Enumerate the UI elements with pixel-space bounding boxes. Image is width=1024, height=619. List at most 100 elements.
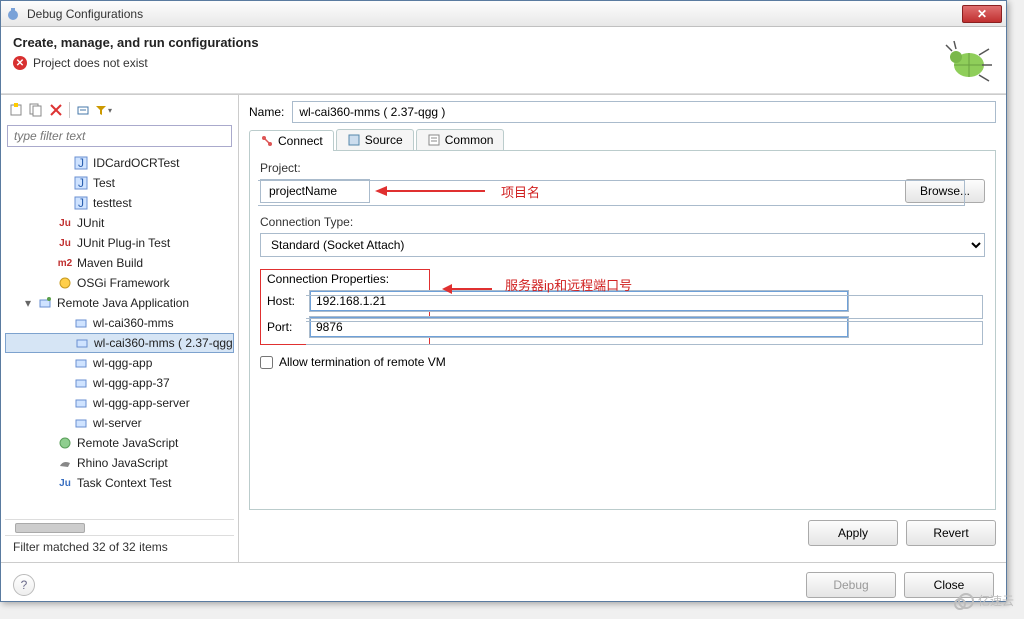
tree-icon: J xyxy=(73,195,89,211)
common-icon xyxy=(427,133,441,147)
tree-item[interactable]: wl-qgg-app xyxy=(5,353,234,373)
tab-common-label: Common xyxy=(445,133,494,147)
close-window-button[interactable]: ✕ xyxy=(962,5,1002,23)
tree-item[interactable]: wl-cai360-mms xyxy=(5,313,234,333)
dialog-window: Debug Configurations ✕ Create, manage, a… xyxy=(0,0,1007,602)
svg-text:J: J xyxy=(78,176,84,190)
name-label: Name: xyxy=(249,105,284,119)
main-content: ▾ JIDCardOCRTestJTestJtesttestJuJUnitJuJ… xyxy=(1,94,1006,562)
tree-item[interactable]: Ju Task Context Test xyxy=(5,473,234,493)
tree-item[interactable]: Remote JavaScript xyxy=(5,433,234,453)
bottom-bar: ? Debug Close xyxy=(1,562,1006,606)
annotation-connection: 服务器ip和远程端口号 xyxy=(505,275,632,294)
tree-label: JUnit xyxy=(77,216,104,230)
tree-icon xyxy=(73,395,89,411)
source-icon xyxy=(347,133,361,147)
debug-button[interactable]: Debug xyxy=(806,572,896,598)
tree-item[interactable]: Jtesttest xyxy=(5,193,234,213)
scroll-thumb[interactable] xyxy=(15,523,85,533)
name-input[interactable] xyxy=(292,101,996,123)
tree-label: wl-qgg-app-37 xyxy=(93,376,170,390)
tree-icon xyxy=(57,275,73,291)
annotation-arrow-icon xyxy=(375,181,495,201)
tree-item[interactable]: wl-qgg-app-server xyxy=(5,393,234,413)
apply-button[interactable]: Apply xyxy=(808,520,898,546)
help-button[interactable]: ? xyxy=(13,574,35,596)
tree-item[interactable]: m2Maven Build xyxy=(5,253,234,273)
tree-icon xyxy=(73,355,89,371)
app-icon xyxy=(5,6,21,22)
tab-common[interactable]: Common xyxy=(416,129,505,150)
window-title: Debug Configurations xyxy=(27,7,962,21)
filter-input[interactable] xyxy=(7,125,232,147)
filter-status: Filter matched 32 of 32 items xyxy=(5,535,234,558)
tree-label: wl-qgg-app-server xyxy=(93,396,190,410)
allow-termination-label: Allow termination of remote VM xyxy=(279,355,446,369)
tree-item[interactable]: ▾Remote Java Application xyxy=(5,293,234,313)
port-input[interactable] xyxy=(309,316,849,338)
delete-button[interactable] xyxy=(47,101,65,119)
annotation-project: 项目名 xyxy=(501,182,540,201)
filter-menu-button[interactable]: ▾ xyxy=(94,101,112,119)
error-message: ✕ Project does not exist xyxy=(13,56,934,70)
tree-item[interactable]: Rhino JavaScript xyxy=(5,453,234,473)
port-label: Port: xyxy=(267,320,303,334)
tab-source[interactable]: Source xyxy=(336,129,414,150)
error-icon: ✕ xyxy=(13,56,27,70)
allow-termination-checkbox[interactable] xyxy=(260,356,273,369)
connection-type-label: Connection Type: xyxy=(260,215,985,229)
host-label: Host: xyxy=(267,294,303,308)
left-panel: ▾ JIDCardOCRTestJTestJtesttestJuJUnitJuJ… xyxy=(1,95,239,562)
config-tree[interactable]: JIDCardOCRTestJTestJtesttestJuJUnitJuJUn… xyxy=(5,151,234,519)
watermark: 亿速云 xyxy=(958,592,1014,609)
tree-label: Rhino JavaScript xyxy=(77,456,168,470)
tree-label: wl-server xyxy=(93,416,142,430)
new-config-button[interactable] xyxy=(7,101,25,119)
tree-label: Remote Java Application xyxy=(57,296,189,310)
tree-item[interactable]: OSGi Framework xyxy=(5,273,234,293)
project-input[interactable] xyxy=(260,179,370,203)
tab-connect-label: Connect xyxy=(278,134,323,148)
tab-strip: Connect Source Common xyxy=(249,129,996,151)
tree-label: wl-qgg-app xyxy=(93,356,152,370)
filter-field[interactable] xyxy=(7,125,232,147)
tree-icon xyxy=(57,435,73,451)
connection-props-legend: Connection Properties: xyxy=(267,272,389,286)
horizontal-scrollbar[interactable] xyxy=(5,519,234,535)
connect-icon xyxy=(260,134,274,148)
tree-item[interactable]: wl-cai360-mms ( 2.37-qgg xyxy=(5,333,234,353)
connection-type-select[interactable]: Standard (Socket Attach) xyxy=(260,233,985,257)
toolbar-separator xyxy=(69,102,70,118)
tree-item[interactable]: wl-qgg-app-37 xyxy=(5,373,234,393)
tree-icon xyxy=(74,335,90,351)
tree-label: OSGi Framework xyxy=(77,276,170,290)
tree-icon xyxy=(73,375,89,391)
tree-item[interactable]: Ju JUnit xyxy=(5,213,234,233)
revert-button[interactable]: Revert xyxy=(906,520,996,546)
tree-item[interactable]: J Test xyxy=(5,173,234,193)
tree-item[interactable]: JIDCardOCRTest xyxy=(5,153,234,173)
tree-label: testtest xyxy=(93,196,132,210)
tree-icon: J xyxy=(73,175,89,191)
tree-icon xyxy=(73,415,89,431)
tree-icon: m2 xyxy=(57,255,73,271)
error-text: Project does not exist xyxy=(33,56,148,70)
duplicate-button[interactable] xyxy=(27,101,45,119)
svg-text:J: J xyxy=(78,196,84,210)
tree-label: Test xyxy=(93,176,115,190)
tree-icon xyxy=(57,455,73,471)
collapse-all-button[interactable] xyxy=(74,101,92,119)
tree-icon: Ju xyxy=(57,475,73,491)
tree-label: Task Context Test xyxy=(77,476,172,490)
svg-text:J: J xyxy=(78,156,84,170)
tree-icon: Ju xyxy=(57,235,73,251)
tree-item[interactable]: wl-server xyxy=(5,413,234,433)
bug-illustration xyxy=(934,35,994,85)
tree-item[interactable]: JuJUnit Plug-in Test xyxy=(5,233,234,253)
tree-icon: Ju xyxy=(57,215,73,231)
tree-label: wl-cai360-mms ( 2.37-qgg xyxy=(94,336,233,350)
project-label: Project: xyxy=(260,161,985,175)
browse-button[interactable]: Browse... xyxy=(905,179,985,203)
tab-connect[interactable]: Connect xyxy=(249,130,334,151)
tree-label: wl-cai360-mms xyxy=(93,316,174,330)
